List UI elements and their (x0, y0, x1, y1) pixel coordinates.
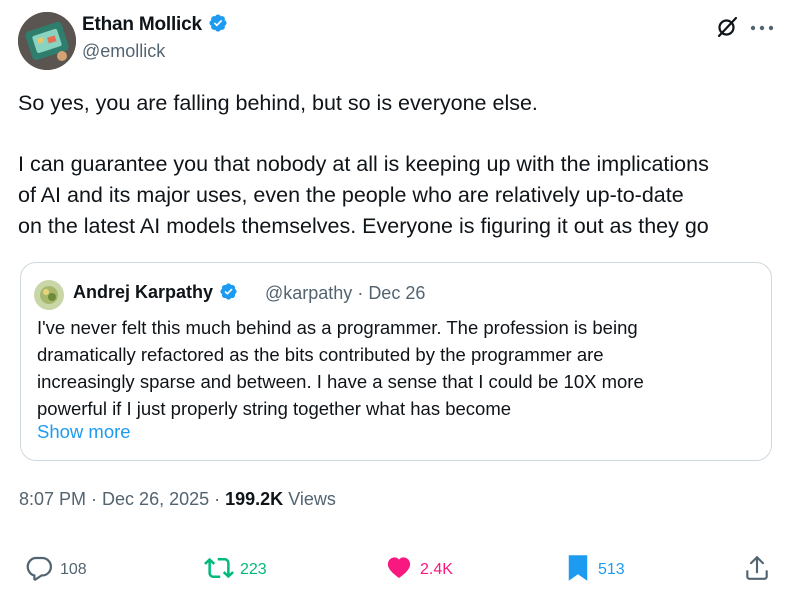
show-more-link[interactable]: Show more (37, 421, 131, 443)
views-label: Views (288, 489, 336, 509)
repost-icon (204, 553, 234, 588)
tweet-text-line: of AI and its major uses, even the peopl… (18, 183, 684, 207)
repost-button[interactable]: 223 (204, 555, 267, 585)
author-handle[interactable]: @emollick (82, 41, 165, 62)
quoted-meta: @karpathy · Dec 26 (265, 283, 426, 303)
share-button[interactable] (744, 555, 770, 585)
quoted-text-line: powerful if I just properly string toget… (37, 398, 512, 419)
reply-icon (24, 553, 54, 588)
tweet-meta-row: 8:07 PM · Dec 26, 2025 · 199.2K Views (19, 489, 336, 509)
like-button[interactable]: 2.4K (384, 555, 453, 585)
quoted-text-line: dramatically refactored as the bits cont… (37, 344, 604, 365)
more-icon[interactable] (749, 20, 775, 31)
repost-count: 223 (240, 561, 267, 578)
quoted-author-avatar[interactable] (34, 280, 64, 310)
tweet-text-line: on the latest AI models themselves. Ever… (18, 214, 709, 238)
bookmark-button[interactable]: 513 (564, 553, 625, 588)
grok-icon[interactable] (715, 15, 739, 39)
quoted-text-line: I've never felt this much behind as a pr… (37, 317, 638, 338)
quoted-author-name-text[interactable]: Andrej Karpathy (73, 282, 213, 302)
author-name[interactable]: Ethan Mollick (82, 13, 228, 39)
author-name-text[interactable]: Ethan Mollick (82, 14, 202, 35)
like-count: 2.4K (420, 561, 453, 578)
reply-button[interactable]: 108 (24, 555, 87, 585)
views-count: 199.2K (225, 489, 284, 509)
author-avatar[interactable] (18, 12, 76, 70)
verified-badge-icon (219, 282, 238, 306)
reply-count: 108 (60, 561, 87, 578)
quoted-handle[interactable]: @karpathy (265, 283, 352, 303)
bookmark-count: 513 (598, 561, 625, 578)
quoted-date[interactable]: Dec 26 (368, 283, 425, 303)
like-icon (384, 553, 414, 588)
share-icon (744, 554, 770, 587)
verified-badge-icon (208, 13, 228, 39)
quoted-author-name[interactable]: Andrej Karpathy (73, 282, 238, 306)
tweet-time[interactable]: 8:07 PM (19, 489, 86, 509)
bookmark-icon (564, 553, 592, 588)
tweet-date[interactable]: Dec 26, 2025 (102, 489, 209, 509)
quoted-text-line: increasingly sparse and between. I have … (37, 371, 644, 392)
tweet-text-line: I can guarantee you that nobody at all i… (18, 152, 709, 176)
tweet-text-line: So yes, you are falling behind, but so i… (18, 91, 538, 115)
